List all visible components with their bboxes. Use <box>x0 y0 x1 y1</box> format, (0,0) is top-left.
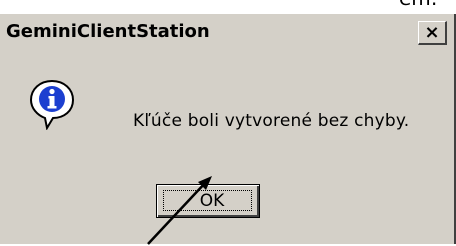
dialog-title: GeminiClientStation <box>6 21 210 42</box>
close-icon: × <box>424 22 440 43</box>
message-dialog: GeminiClientStation × Kľúče boli vytvore… <box>0 14 456 244</box>
info-icon <box>29 79 75 130</box>
dialog-message: Kľúče boli vytvorené bez chyby. <box>133 111 410 131</box>
close-button[interactable]: × <box>418 21 447 45</box>
dialog-titlebar: GeminiClientStation × <box>0 17 454 48</box>
cursor-arrow-icon <box>147 176 212 245</box>
background-text: em: <box>0 0 456 10</box>
